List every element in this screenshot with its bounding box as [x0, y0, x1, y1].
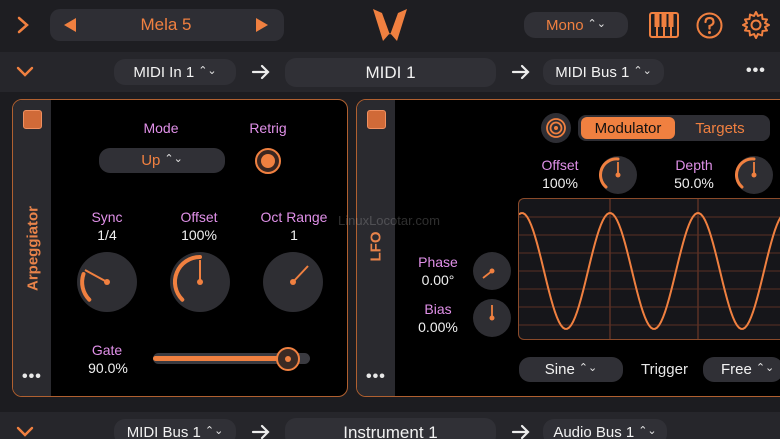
arrow-right-icon [251, 424, 271, 439]
chevron-down-icon[interactable] [16, 426, 34, 438]
lfo-trigger-select[interactable]: Free ⌃⌄ [703, 357, 780, 382]
sync-knob[interactable] [77, 252, 137, 312]
piano-keys-icon[interactable] [649, 12, 679, 38]
gate-slider-track[interactable] [153, 347, 310, 371]
lfo-phase-value: 0.00° [421, 272, 455, 288]
arrow-right-icon [511, 64, 531, 80]
lfo-bias-label: Bias [424, 301, 452, 317]
route2-input-select[interactable]: MIDI Bus 1 ⌃⌄ [114, 419, 236, 439]
oct-range-knob[interactable] [263, 252, 323, 312]
next-preset-triangle-right-icon[interactable] [254, 17, 270, 33]
watermark: LinuxLocotar.com [338, 213, 440, 228]
lfo-waveform-display [518, 198, 780, 340]
lfo-panel: LFO ••• Modulator Targets Offset 100% De… [356, 99, 780, 397]
up-down-chevron-icon: ⌃⌄ [587, 17, 606, 30]
arp-offset-knob[interactable] [170, 252, 230, 312]
arp-octrange-value: 1 [290, 227, 298, 243]
arp-mode-select[interactable]: Up ⌃⌄ [99, 148, 225, 173]
tab-modulator-label: Modulator [594, 119, 662, 137]
fox-logo-icon [372, 7, 408, 43]
arp-offset-value: 100% [181, 227, 217, 243]
lfo-depth-label: Depth [675, 157, 713, 173]
lfo-waveform-svg [519, 199, 780, 339]
chevron-down-icon[interactable] [16, 66, 34, 78]
lfo-bias-value: 0.00% [418, 319, 458, 335]
more-dots-icon[interactable]: ••• [746, 62, 766, 80]
lfo-trigger-value: Free [721, 361, 752, 378]
lfo-phase-label: Phase [418, 254, 458, 270]
route-input-label: MIDI In 1 [133, 63, 195, 81]
target-icon[interactable] [540, 112, 572, 144]
previous-preset-triangle-left-icon[interactable] [62, 17, 78, 33]
up-down-chevron-icon: ⌃⌄ [578, 362, 598, 374]
lfo-offset-knob[interactable] [599, 156, 637, 194]
route-output-label: MIDI Bus 1 [555, 63, 630, 81]
retrig-radio-button[interactable] [254, 147, 282, 175]
arpeggiator-panel: Arpeggiator ••• Mode Up ⌃⌄ Retrig Sync 1… [12, 99, 348, 397]
tab-targets-label: Targets [695, 119, 745, 137]
route-title-label: MIDI 1 [365, 62, 416, 82]
lfo-enable-toggle[interactable] [367, 110, 386, 129]
mode-select[interactable]: Mono ⌃⌄ [524, 12, 628, 38]
lfo-bias-knob[interactable] [473, 299, 511, 337]
lfo-depth-value: 50.0% [674, 175, 714, 191]
arp-retrig-label: Retrig [249, 120, 287, 136]
lfo-more-dots-icon[interactable]: ••• [366, 368, 386, 386]
up-down-chevron-icon: ⌃⌄ [204, 424, 224, 437]
lfo-offset-label: Offset [541, 157, 579, 173]
route2-title-label: Instrument 1 [343, 422, 438, 439]
mode-select-label: Mono [546, 16, 584, 34]
arp-sync-value: 1/4 [97, 227, 117, 243]
arp-gate-value: 90.0% [88, 360, 128, 376]
route-output-select[interactable]: MIDI Bus 1 ⌃⌄ [543, 59, 664, 85]
gate-slider-thumb[interactable] [276, 347, 301, 371]
up-down-chevron-icon: ⌃⌄ [638, 424, 657, 437]
route2-input-label: MIDI Bus 1 [126, 423, 201, 439]
arrow-right-icon [251, 64, 271, 80]
lfo-wave-select[interactable]: Sine ⌃⌄ [519, 357, 623, 382]
lfo-phase-knob[interactable] [473, 252, 511, 290]
gate-slider-fill [153, 356, 289, 361]
gear-icon[interactable] [741, 10, 771, 40]
chevron-right-icon[interactable] [16, 15, 30, 35]
gate-slider-thumb-dot [285, 356, 292, 362]
arp-mode-value: Up [141, 152, 161, 169]
help-icon[interactable] [696, 12, 723, 39]
lfo-depth-knob[interactable] [735, 156, 773, 194]
arp-offset-label: Offset [180, 209, 218, 225]
arpeggiator-label: Arpeggiator [24, 206, 42, 292]
tab-targets[interactable]: Targets [675, 117, 765, 139]
route2-output-select[interactable]: Audio Bus 1 ⌃⌄ [543, 419, 667, 439]
tab-modulator[interactable]: Modulator [581, 117, 675, 139]
arpeggiator-more-dots-icon[interactable]: ••• [22, 368, 42, 386]
arp-octrange-label: Oct Range [260, 209, 328, 225]
route-input-select[interactable]: MIDI In 1 ⌃⌄ [114, 59, 236, 85]
route2-title[interactable]: Instrument 1 [285, 418, 496, 439]
up-down-chevron-icon: ⌃⌄ [164, 153, 183, 165]
up-down-chevron-icon: ⌃⌄ [633, 64, 652, 77]
lfo-label: LFO [367, 231, 385, 262]
arp-gate-label: Gate [91, 342, 123, 358]
arp-sync-label: Sync [91, 209, 123, 225]
arrow-right-icon [511, 424, 531, 439]
lfo-offset-value: 100% [542, 175, 578, 191]
up-down-chevron-icon: ⌃⌄ [198, 64, 217, 77]
arpeggiator-enable-toggle[interactable] [23, 110, 42, 129]
up-down-chevron-icon: ⌃⌄ [755, 362, 775, 374]
route-title[interactable]: MIDI 1 [285, 58, 496, 87]
arp-mode-label: Mode [143, 120, 179, 136]
lfo-trigger-label: Trigger [641, 361, 688, 378]
preset-name[interactable]: Mela 5 [110, 15, 222, 35]
route2-output-label: Audio Bus 1 [553, 423, 635, 439]
lfo-wave-value: Sine [544, 361, 575, 378]
